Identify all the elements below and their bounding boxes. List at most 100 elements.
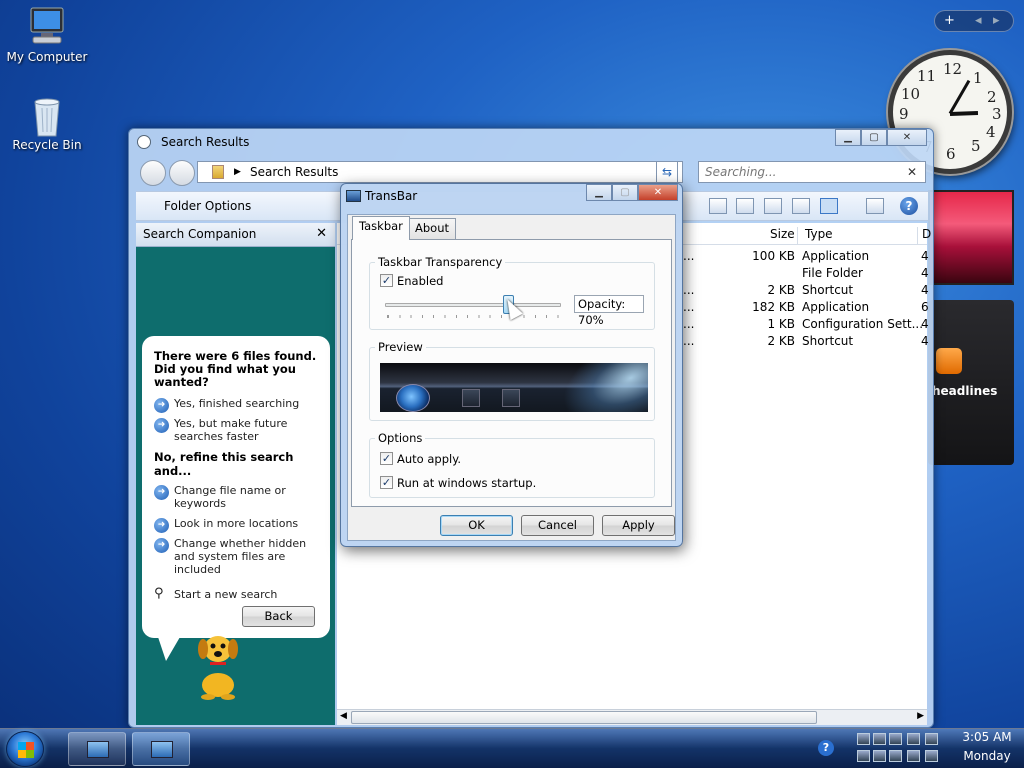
feed-headlines-gadget[interactable]: headlines xyxy=(928,300,1014,465)
run-startup-checkbox[interactable]: ✓ Run at windows startup. xyxy=(380,476,536,490)
search-dog-icon[interactable] xyxy=(188,629,248,701)
previous-gadget-icon[interactable]: ◂ xyxy=(975,13,982,28)
option-change-name[interactable]: ➜ Change file name or keywords xyxy=(154,484,318,510)
cancel-button[interactable]: Cancel xyxy=(521,515,594,536)
view-icons-icon[interactable] xyxy=(764,198,782,214)
dialog-maximize-button[interactable]: ▢ xyxy=(612,184,638,201)
forward-nav-button[interactable] xyxy=(169,160,195,186)
minimize-button[interactable]: ▁ xyxy=(835,129,861,146)
enabled-checkbox[interactable]: ✓ Enabled xyxy=(380,274,443,288)
error-tray-icon[interactable] xyxy=(889,733,902,745)
scroll-left-icon[interactable]: ◀ xyxy=(340,711,347,721)
tray-clock[interactable]: 3:05 AM Monday xyxy=(956,730,1018,763)
checkbox-label: Auto apply. xyxy=(397,452,462,466)
start-button[interactable] xyxy=(6,731,44,767)
tab-taskbar[interactable]: Taskbar xyxy=(352,216,410,240)
option-new-search[interactable]: ⚲ Start a new search xyxy=(154,586,318,601)
column-size[interactable]: Size xyxy=(770,227,795,241)
display-tray-icon[interactable] xyxy=(907,733,920,745)
next-gadget-icon[interactable]: ▸ xyxy=(993,13,1000,28)
option-hidden-files[interactable]: ➜ Change whether hidden and system files … xyxy=(154,537,318,576)
clear-search-icon[interactable]: ✕ xyxy=(907,162,917,182)
option-more-locations[interactable]: ➜ Look in more locations xyxy=(154,517,318,533)
monitor-tray-icon[interactable] xyxy=(873,750,886,762)
dialog-close-button[interactable]: ✕ xyxy=(638,184,678,201)
computer-icon xyxy=(25,6,69,46)
option-faster[interactable]: ➜ Yes, but make future searches faster xyxy=(154,417,318,443)
back-nav-button[interactable] xyxy=(140,160,166,186)
recycle-bin-icon xyxy=(25,94,69,137)
tab-about[interactable]: About xyxy=(408,218,457,239)
option-label: Yes, but make future searches faster xyxy=(174,417,288,443)
option-label: Look in more locations xyxy=(174,517,299,530)
row-type: Application xyxy=(802,300,870,314)
row-name: ... xyxy=(683,334,695,348)
address-text: Search Results xyxy=(250,165,339,179)
row-date: 4 xyxy=(921,249,929,263)
security-tray-icon[interactable] xyxy=(889,750,902,762)
settings-tray-icon[interactable] xyxy=(925,733,938,745)
network-tray-icon[interactable] xyxy=(857,733,870,745)
results-question: There were 6 files found. Did you find w… xyxy=(154,349,317,389)
address-bar[interactable]: Search Results ▶ ▼ xyxy=(197,161,683,183)
view-thumbnails-icon[interactable] xyxy=(709,198,727,214)
row-size: 2 KB xyxy=(767,283,795,297)
windows-logo-icon xyxy=(18,742,34,758)
view-list-icon[interactable] xyxy=(792,198,810,214)
dialog-minimize-button[interactable]: ▁ xyxy=(586,184,612,201)
opacity-readout: Opacity: 70% xyxy=(574,295,644,327)
scroll-right-icon[interactable]: ▶ xyxy=(917,711,924,721)
desktop-icon-recycle-bin[interactable]: Recycle Bin xyxy=(2,94,92,152)
opacity-slider-track[interactable] xyxy=(385,303,561,307)
maximize-button[interactable]: ▢ xyxy=(861,129,887,146)
ok-button[interactable]: OK xyxy=(440,515,513,536)
companion-back-button[interactable]: Back xyxy=(242,606,315,627)
check-tray-icon[interactable] xyxy=(873,733,886,745)
transbar-icon xyxy=(151,741,173,758)
auto-apply-checkbox[interactable]: ✓ Auto apply. xyxy=(380,452,461,466)
clock-number: 3 xyxy=(992,105,1002,123)
clock-day: Monday xyxy=(963,749,1011,763)
help-tray-icon[interactable]: ? xyxy=(818,740,834,756)
desktop-icon-my-computer[interactable]: My Computer xyxy=(2,6,92,64)
row-date: 4 xyxy=(921,266,929,280)
row-name: ... xyxy=(683,300,695,314)
close-button[interactable]: ✕ xyxy=(887,129,927,146)
row-date: 4 xyxy=(921,317,929,331)
slideshow-gadget[interactable] xyxy=(928,190,1014,285)
gadget-controls: + ◂ ▸ xyxy=(934,10,1014,32)
checkbox-checked-icon: ✓ xyxy=(380,452,393,465)
search-companion-pane: Search Companion ✕ There were 6 files fo… xyxy=(136,223,335,725)
option-finished[interactable]: ➜ Yes, finished searching xyxy=(154,397,318,413)
search-input[interactable]: Searching... ✕ xyxy=(698,161,926,183)
scroll-thumb[interactable] xyxy=(351,711,817,724)
dialog-window-controls: ▁ ▢ ✕ xyxy=(586,184,678,201)
magnifier-icon: ⚲ xyxy=(154,586,164,601)
apply-button[interactable]: Apply xyxy=(602,515,675,536)
clock-number: 2 xyxy=(987,88,997,106)
help-icon[interactable]: ? xyxy=(900,197,918,215)
clock-time: 3:05 AM xyxy=(962,730,1012,744)
view-tiles-icon[interactable] xyxy=(736,198,754,214)
group-label: Preview xyxy=(375,340,426,354)
preview-pane-icon[interactable] xyxy=(866,198,884,214)
view-details-icon[interactable] xyxy=(820,198,838,214)
app-tray-icon[interactable] xyxy=(925,750,938,762)
desktop-icon-label: Recycle Bin xyxy=(12,138,82,152)
column-date[interactable]: D xyxy=(917,227,931,245)
column-divider[interactable] xyxy=(797,227,798,245)
group-label: Options xyxy=(375,431,426,445)
taskbar-item-explorer[interactable] xyxy=(68,732,126,766)
horizontal-scrollbar[interactable]: ◀ ▶ xyxy=(337,709,927,725)
companion-close-icon[interactable]: ✕ xyxy=(316,223,327,245)
search-tray-icon[interactable] xyxy=(907,750,920,762)
volume-tray-icon[interactable] xyxy=(857,750,870,762)
row-name: ... xyxy=(683,249,695,263)
column-type[interactable]: Type xyxy=(805,227,833,241)
add-gadget-icon[interactable]: + xyxy=(944,13,955,28)
taskbar-item-transbar[interactable] xyxy=(132,732,190,766)
refresh-icon[interactable]: ⇆ xyxy=(656,161,678,183)
transbar-app-icon xyxy=(346,190,361,202)
companion-bubble: There were 6 files found. Did you find w… xyxy=(142,336,330,638)
folder-options-button[interactable]: Folder Options xyxy=(164,199,251,213)
